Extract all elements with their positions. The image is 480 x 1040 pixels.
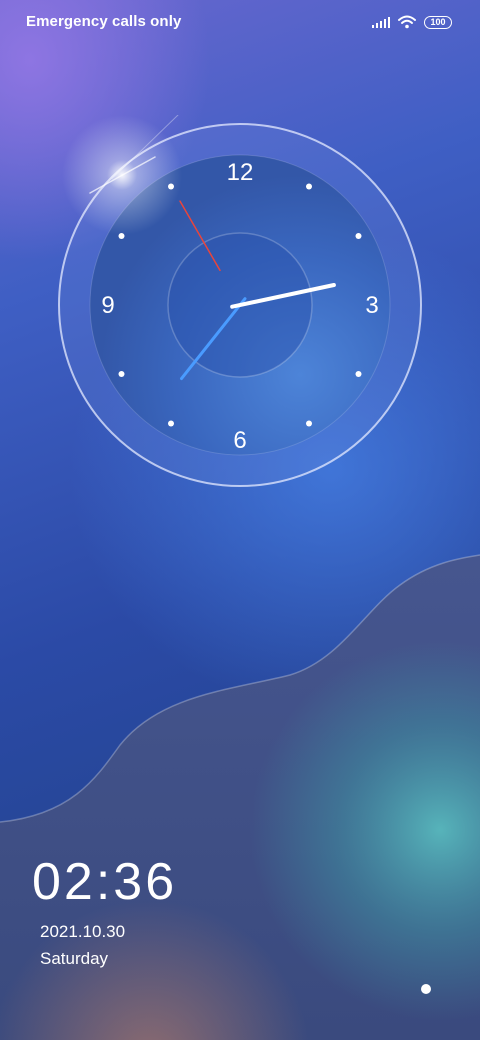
status-bar: Emergency calls only 100 xyxy=(0,0,480,44)
analog-clock-widget[interactable]: 12 3 6 9 xyxy=(50,115,430,495)
clock-numeral-3: 3 xyxy=(365,292,378,319)
signal-icon xyxy=(372,16,390,28)
carrier-status: Emergency calls only xyxy=(26,13,182,30)
wifi-icon xyxy=(398,15,416,29)
status-icons: 100 xyxy=(372,13,452,31)
clock-numeral-9: 9 xyxy=(101,292,114,319)
clock-numeral-6: 6 xyxy=(233,427,246,454)
lock-screen-time: 02:36 xyxy=(32,853,178,911)
clock-numeral-12: 12 xyxy=(227,159,254,186)
battery-icon: 100 xyxy=(424,15,452,29)
page-indicator-dot[interactable] xyxy=(421,984,431,994)
lock-screen-weekday: Saturday xyxy=(40,949,109,968)
lock-screen-date: 2021.10.30 xyxy=(40,922,126,941)
battery-level: 100 xyxy=(430,16,446,27)
